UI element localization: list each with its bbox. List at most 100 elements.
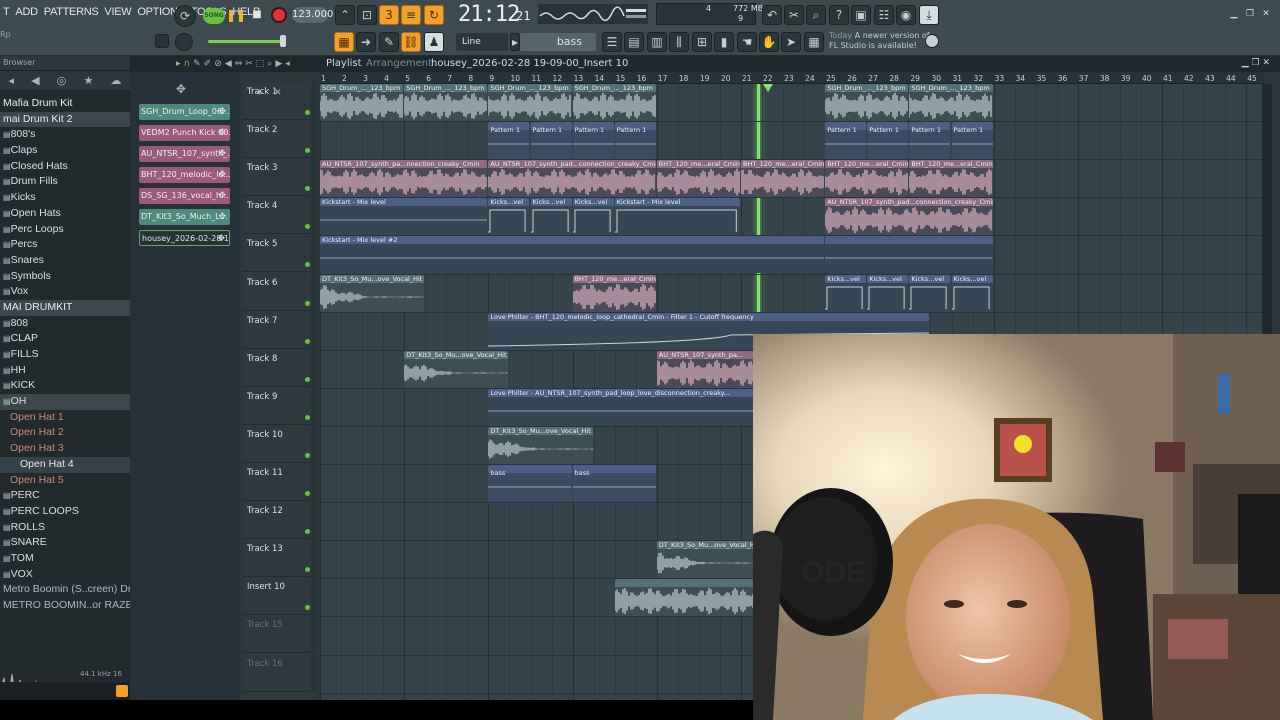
playback-icon[interactable]: ▶ (275, 59, 282, 69)
pattern-clip-source[interactable]: DT_Kit3_So_Much_L... ✥ (139, 209, 230, 225)
paint-icon[interactable]: ✐ (204, 59, 212, 69)
track-active-led[interactable] (305, 186, 310, 192)
track-header[interactable]: Track 2 (243, 120, 315, 159)
song-position-clock[interactable]: 21:12 (458, 2, 520, 27)
snap-select[interactable]: Line (456, 33, 508, 51)
playlist-clip[interactable]: Kicks...vel (909, 274, 951, 312)
playlist-clip[interactable]: Kickstart - Mix level (320, 198, 488, 236)
browser-cloud-icon[interactable]: ☁ (110, 74, 121, 87)
browser-item[interactable]: Mafia Drum Kit (0, 96, 130, 112)
slice-icon[interactable]: ✂ (245, 59, 253, 69)
tempo-display[interactable]: 123.000 (292, 7, 333, 23)
playlist-clip[interactable]: SGH_Drum_..._123_bpm (909, 84, 993, 121)
track-active-led[interactable] (305, 529, 310, 535)
browser-item[interactable]: Claps (0, 143, 130, 159)
track-header[interactable]: Track 13 (243, 539, 315, 578)
track-active-led[interactable] (305, 224, 310, 230)
playlist-clip[interactable]: BHT_120_me...eral_Cmin (572, 274, 656, 312)
browser-item[interactable]: VOX (0, 567, 130, 583)
pattern-clip-source[interactable]: VEDM2 Punch Kick 00... ✥ (139, 125, 230, 141)
browser-view-icon[interactable]: ⊞ (692, 32, 712, 52)
pattern-clip-source[interactable]: housey_2026-02-28 19-...✥ (139, 230, 230, 246)
stop-button[interactable]: ■ (249, 6, 265, 24)
playlist-close-icon[interactable]: ✕ (1262, 58, 1270, 68)
pattern-clip-source[interactable]: DS_SG_136_vocal_h... ✥ (139, 188, 230, 204)
cut-icon[interactable]: ✂ (784, 5, 804, 25)
browser-item[interactable]: 808 (0, 316, 130, 332)
drag-handle-icon[interactable]: ✥ (218, 125, 226, 141)
close-icon[interactable]: ✕ (1260, 9, 1272, 19)
playlist-clip[interactable]: Kicks...vel (951, 274, 993, 312)
browser-item[interactable]: Vox (0, 284, 130, 300)
browser-item[interactable]: METRO BOOMIN..or RAZER MUSIC (0, 598, 130, 614)
playlist-clip[interactable]: bass (488, 465, 572, 502)
browser-item[interactable]: SNARE (0, 535, 130, 551)
playlist-clip[interactable]: AU_NTSR_107_synth_pad...connection_creak… (825, 198, 993, 236)
send-icon[interactable]: ➤ (781, 32, 801, 52)
track-header[interactable]: Track 7 (243, 310, 315, 349)
browser-item[interactable]: KICK (0, 378, 130, 394)
drag-handle-icon[interactable]: ✥ (217, 231, 225, 245)
playlist-clip[interactable] (614, 579, 762, 617)
add-track-icon[interactable]: + (256, 88, 264, 98)
track-header[interactable]: Track 8 (243, 348, 315, 387)
piano-roll-icon[interactable]: ▤ (624, 32, 644, 52)
track-active-led[interactable] (305, 414, 310, 420)
playlist-clip[interactable]: SGH_Drum_..._123_bpm (488, 84, 572, 121)
browser-item[interactable]: Open Hat 2 (0, 425, 130, 441)
download-icon[interactable]: ⤓ (919, 5, 939, 25)
browser-item[interactable]: ROLLS (0, 520, 130, 536)
playlist-clip[interactable]: SGH_Drum_..._123_bpm (320, 84, 404, 121)
playlist-clip[interactable]: AU_NTSR_107_synth_pa... (656, 350, 762, 388)
browser-back-icon[interactable]: ◂ (9, 74, 15, 87)
drag-handle-icon[interactable]: ✥ (218, 188, 226, 204)
track-active-led[interactable] (305, 567, 310, 573)
drag-handle-icon[interactable]: ✥ (218, 104, 226, 120)
browser-item[interactable]: 808's (0, 127, 130, 143)
loop-record-icon[interactable]: ↻ (424, 5, 444, 25)
browser-item[interactable]: Snares (0, 253, 130, 269)
browser-item[interactable]: Symbols (0, 269, 130, 285)
mute-icon[interactable]: ◀ (225, 59, 232, 69)
playlist-menu-icon[interactable]: ▸ (176, 59, 181, 69)
playlist-clip[interactable]: BHT_120_me...eral_Cmin (741, 160, 825, 198)
browser-item[interactable]: PERC LOOPS (0, 504, 130, 520)
select-icon[interactable]: ⬚ (256, 59, 265, 69)
news-icon[interactable]: ▦ (804, 32, 824, 52)
tempo-knob-icon[interactable]: ⟳ (174, 5, 196, 27)
playlist-clip[interactable]: Pattern 1 (867, 122, 909, 160)
playlist-clip[interactable]: Kicks...vel (488, 198, 530, 236)
playlist-clip[interactable]: Kicks...vel (825, 274, 867, 312)
track-active-led[interactable] (305, 338, 310, 344)
playlist-clip[interactable]: DT_Kit3_So_Mu...ove_Vocal_Hit (404, 350, 509, 388)
restore-icon[interactable]: ❐ (1244, 9, 1256, 19)
playlist-clip[interactable]: Kicks...vel (572, 198, 614, 236)
browser-item[interactable]: PERC (0, 488, 130, 504)
mic-icon[interactable]: ⌕ (806, 5, 826, 25)
slip-icon[interactable]: ⇔ (235, 59, 243, 69)
magnet-icon[interactable]: ∩ (184, 59, 191, 69)
playlist-clip[interactable]: Pattern 1 (572, 122, 614, 160)
master-pitch-knob-icon[interactable] (175, 33, 193, 51)
menu-item-view[interactable]: VIEW (101, 6, 134, 22)
pause-button[interactable]: ❚❚ (226, 6, 246, 24)
mixer-icon[interactable]: ☷ (874, 5, 894, 25)
hint-close-icon[interactable] (155, 34, 169, 48)
arrangement-arrow-icon[interactable]: ◂ (285, 59, 290, 69)
pattern-selector[interactable]: bass (520, 33, 596, 51)
pattern-clip-source[interactable]: AU_NTSR_107_synth_... ✥ (139, 146, 230, 162)
browser-item[interactable]: HH (0, 363, 130, 379)
playlist-clip[interactable]: Pattern 1 (488, 122, 530, 160)
chat-icon[interactable]: ◉ (896, 5, 916, 25)
browser-item[interactable]: Metro Boomin (S..creen) Drumkit (0, 582, 130, 598)
pattern-song-toggle[interactable]: SONG (203, 8, 225, 24)
browser-item[interactable]: Open Hat 3 (0, 441, 130, 457)
playhead[interactable] (757, 84, 760, 346)
close-track-icon[interactable]: ✕ (274, 88, 282, 98)
playlist-clip[interactable]: Kickstart - Mix level (614, 198, 740, 236)
playlist-clip[interactable]: Pattern 1 (909, 122, 951, 160)
countdown-icon[interactable]: 3 (379, 5, 399, 25)
drag-handle-icon[interactable]: ✥ (218, 209, 226, 225)
track-active-led[interactable] (305, 452, 310, 458)
help-icon[interactable]: ? (829, 5, 849, 25)
